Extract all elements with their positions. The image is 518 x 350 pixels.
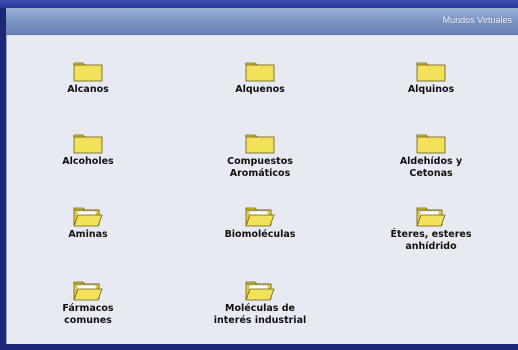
folder-label: Éteres, esteres anhídrido (390, 229, 472, 252)
folder-window: Mundos Virtuales Alcanos Alquenos Alquin… (6, 8, 518, 344)
open-folder-icon (73, 281, 103, 301)
folder-biomoleculas[interactable]: Biomoléculas (195, 205, 325, 241)
folder-icon (416, 62, 446, 82)
outer-frame-bottom (0, 344, 518, 350)
window-titlebar: Mundos Virtuales (6, 8, 518, 35)
folder-aminas[interactable]: Aminas (23, 205, 153, 241)
folder-alquinos[interactable]: Alquinos (366, 60, 496, 96)
folder-label: Aldehídos y Cetonas (399, 156, 463, 179)
open-folder-icon (245, 207, 275, 227)
folder-icon (73, 62, 103, 82)
open-folder-icon (73, 207, 103, 227)
open-folder-icon (416, 207, 446, 227)
folder-farmacos[interactable]: Fármacos comunes (23, 279, 153, 327)
folder-label: Compuestos Aromáticos (227, 156, 293, 179)
folder-label: Biomoléculas (224, 229, 296, 240)
folder-alquenos[interactable]: Alquenos (195, 60, 325, 96)
folder-compuestos-aromaticos[interactable]: Compuestos Aromáticos (195, 132, 325, 180)
folder-icon (245, 134, 275, 154)
folder-aldehidos-cetonas[interactable]: Aldehídos y Cetonas (366, 132, 496, 180)
folder-label: Alquinos (407, 84, 455, 95)
folder-label: Alquenos (235, 84, 285, 95)
open-folder-icon (245, 281, 275, 301)
folder-label: Aminas (68, 229, 108, 240)
folder-icon (245, 62, 275, 82)
outer-frame-top (0, 0, 518, 8)
window-title: Mundos Virtuales (442, 15, 512, 25)
folder-label: Moléculas de interés industrial (213, 303, 307, 326)
folder-alcanos[interactable]: Alcanos (23, 60, 153, 96)
folder-eteres-esteres[interactable]: Éteres, esteres anhídrido (366, 205, 496, 253)
folder-moleculas-industrial[interactable]: Moléculas de interés industrial (195, 279, 325, 327)
folder-label: Fármacos comunes (62, 303, 114, 326)
folder-icon (416, 134, 446, 154)
folder-label: Alcanos (67, 84, 109, 95)
folder-alcoholes[interactable]: Alcoholes (23, 132, 153, 168)
folder-label: Alcoholes (62, 156, 114, 167)
folder-icon (73, 134, 103, 154)
